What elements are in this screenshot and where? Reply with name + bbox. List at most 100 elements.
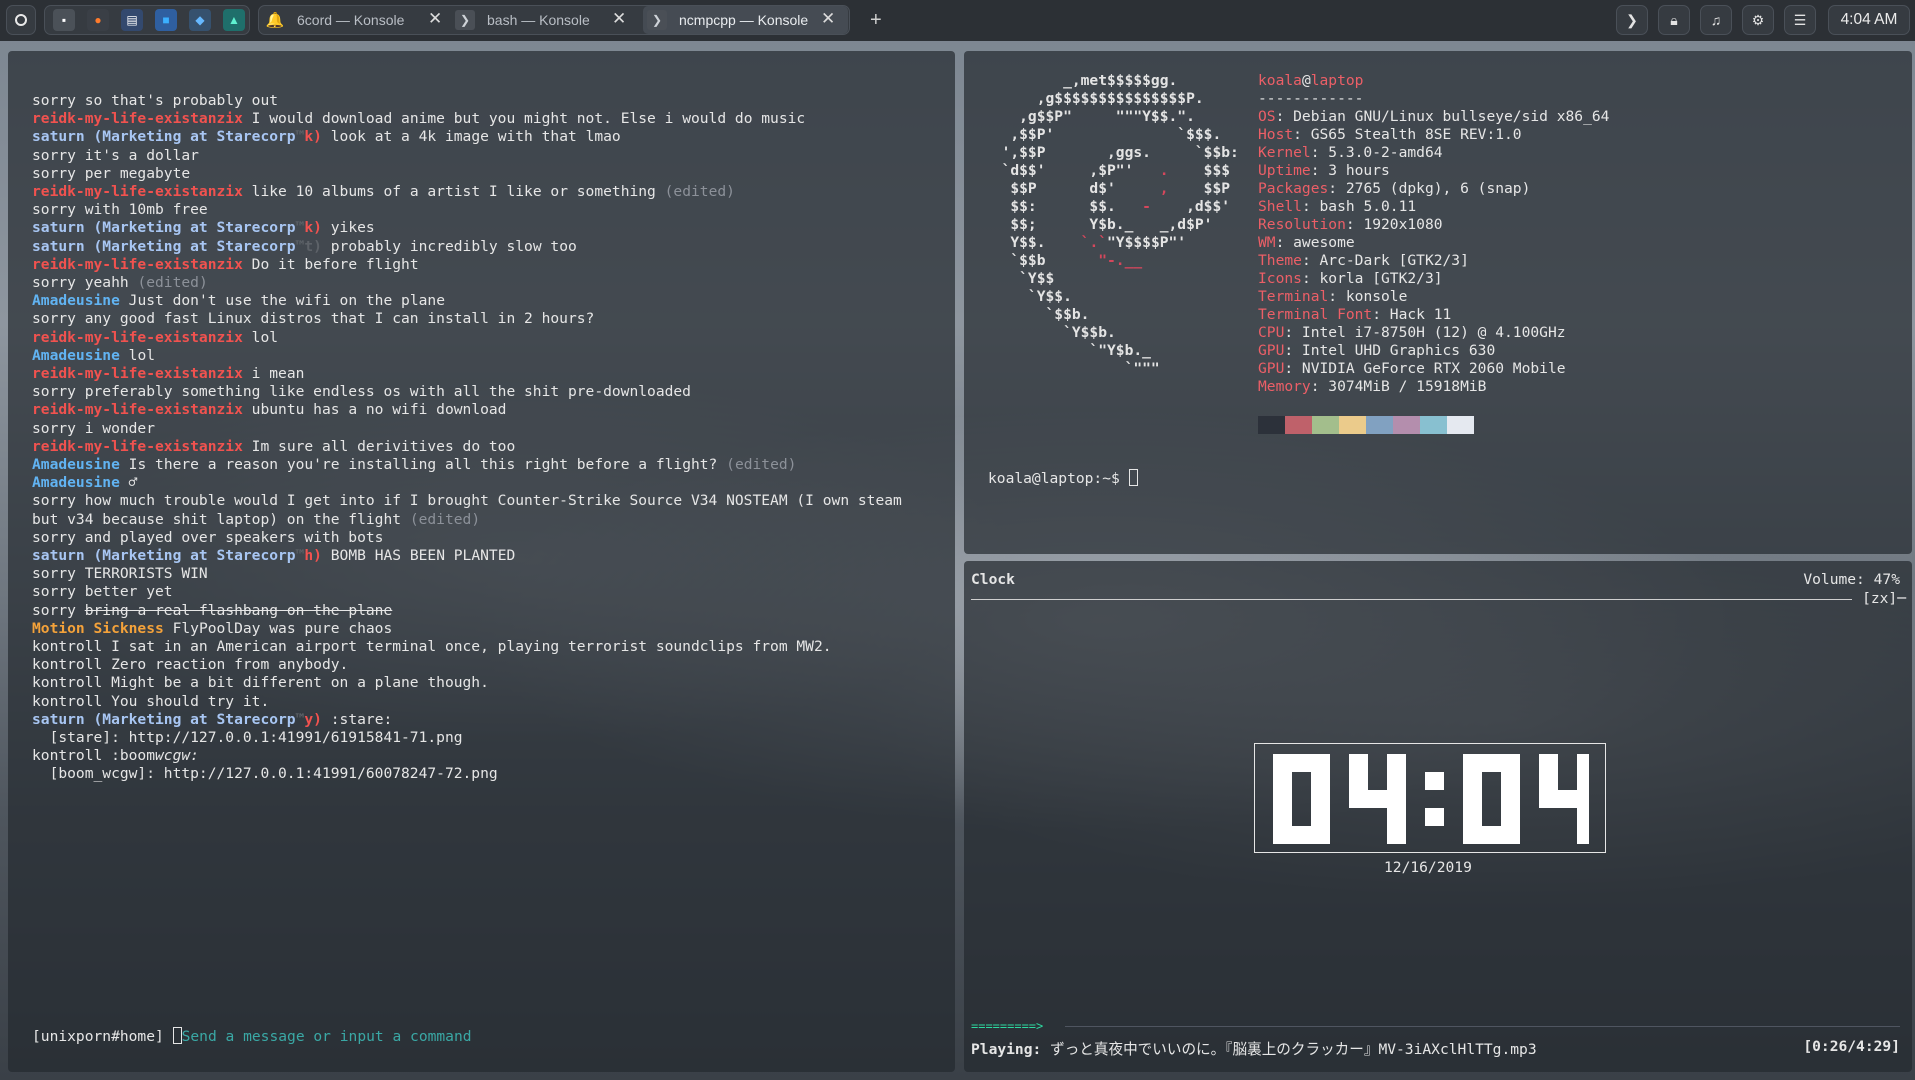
clock-pixel [1292, 826, 1311, 844]
clock-pixel [1349, 772, 1368, 790]
color-swatch [1258, 416, 1285, 434]
chat-message: reidk-my-life-existanzix Im sure all der… [32, 437, 516, 455]
info-row: Uptime: 3 hours [1258, 162, 1390, 179]
close-icon[interactable]: ✕ [821, 9, 835, 29]
chat-message: [boom_wcgw]: http://127.0.0.1:41991/6007… [32, 765, 498, 783]
nickname[interactable]: saturn (Marketing at Starecorp [32, 547, 296, 564]
logo-row: ,$$P' `$$$. [984, 126, 1222, 143]
info-row: Theme: Arc-Dark [GTK2/3] [1258, 252, 1469, 269]
chat-message: sorry better yet [32, 583, 173, 601]
nickname[interactable]: Amadeusine [32, 347, 120, 364]
close-icon[interactable]: ✕ [428, 9, 442, 29]
clock-pixel [1501, 808, 1520, 826]
nickname[interactable]: saturn (Marketing at Starecorp [32, 128, 296, 145]
list-icon[interactable]: ☰ [1784, 5, 1816, 35]
logo-row: ',$$P ,ggs. `$$b: [984, 144, 1239, 161]
progress-track[interactable] [1065, 1026, 1900, 1027]
editor-icon[interactable]: ▤ [121, 9, 143, 31]
task-6cord[interactable]: 🔔 6cord — Konsole ✕ [265, 6, 443, 34]
info-row: CPU: Intel i7-8750H (12) @ 4.100GHz [1258, 324, 1566, 341]
message-input[interactable]: [unixporn#home] Send a message or input … [32, 1027, 472, 1045]
task-bash[interactable]: ❯ bash — Konsole ✕ [455, 6, 626, 34]
nickname[interactable]: reidk-my-life-existanzix [32, 256, 243, 273]
clock-pixel [1387, 808, 1406, 826]
logo-row: Y$$. `.`"Y$$$$P"' [984, 234, 1187, 251]
nickname[interactable]: reidk-my-life-existanzix [32, 329, 243, 346]
text-cursor [1128, 469, 1138, 486]
clock-pixel [1368, 790, 1387, 808]
nickname[interactable]: saturn (Marketing at Starecorp [32, 238, 296, 255]
system-settings-icon[interactable]: ▲ [223, 9, 245, 31]
chevron-right-icon[interactable]: ❯ [1616, 5, 1648, 35]
chat-message: saturn (Marketing at Starecorp™y) :stare… [32, 710, 393, 728]
logo-row: _,met$$$$$gg. [984, 72, 1178, 89]
music-icon[interactable]: ♫ [1700, 5, 1732, 35]
clock-pixel [1273, 790, 1292, 808]
neofetch-terminal-pane[interactable]: _,met$$$$$gg. ,g$$$$$$$$$$$$$$$P. ,g$$P"… [964, 51, 1912, 554]
username: koala [1258, 72, 1302, 89]
terminal-icon[interactable]: ▪ [53, 9, 75, 31]
new-task-button[interactable]: + [870, 9, 882, 32]
chat-message: kontroll Zero reaction from anybody. [32, 656, 349, 674]
konsole-icon: ❯ [455, 10, 475, 30]
gear-icon[interactable]: ⚙ [1742, 5, 1774, 35]
discover-icon[interactable]: ◆ [189, 9, 211, 31]
system-info: koala@laptop ------------ OS: Debian GNU… [1258, 72, 1609, 396]
chat-message: Amadeusine Just don't use the wifi on th… [32, 292, 445, 310]
nickname[interactable]: Amadeusine [32, 456, 120, 473]
track-name: ずっと真夜中でいいのに。『脳裏上のクラッカー』MV-3iAXclHlTTg.mp… [1050, 1041, 1537, 1058]
logo-row: $$; Y$b._ _,d$P' [984, 216, 1213, 233]
chat-message: saturn (Marketing at Starecorp™t) probab… [32, 237, 577, 255]
nickname[interactable]: Amadeusine [32, 474, 120, 491]
chat-message: sorry with 10mb free [32, 201, 208, 219]
logo-row: `d$$' ,$P"' . $$$ [984, 162, 1231, 179]
nickname[interactable]: saturn (Marketing at Starecorp [32, 711, 296, 728]
color-swatch [1366, 416, 1393, 434]
clock-pixel [1273, 826, 1292, 844]
volume-indicator[interactable]: Volume: 47% [1803, 571, 1900, 588]
color-swatch [1312, 416, 1339, 434]
clock-digits [1273, 754, 1589, 844]
nickname[interactable]: reidk-my-life-existanzix [32, 183, 243, 200]
nickname[interactable]: reidk-my-life-existanzix [32, 110, 243, 127]
progress-bar[interactable]: =========> [971, 1023, 1065, 1029]
text-cursor [172, 1027, 182, 1044]
top-panel: ▪ ● ▤ ■ ◆ ▲ 🔔 6cord — Konsole ✕ ❯ bash —… [0, 0, 1915, 41]
task-ncmpcpp[interactable]: ❯ ncmpcpp — Konsole ✕ [643, 6, 848, 34]
elapsed-time: [0:26/4:29] [1803, 1038, 1900, 1055]
folder-icon[interactable]: ■ [155, 9, 177, 31]
firefox-icon[interactable]: ● [87, 9, 109, 31]
chat-message: sorry it's a dollar [32, 146, 199, 164]
clock-pixel [1349, 790, 1368, 808]
chat-message: saturn (Marketing at Starecorp™k) yikes [32, 219, 375, 237]
info-row: GPU: NVIDIA GeForce RTX 2060 Mobile [1258, 360, 1566, 377]
chat-message: kontroll I sat in an American airport te… [32, 638, 832, 655]
nickname[interactable]: reidk-my-life-existanzix [32, 438, 243, 455]
nickname[interactable]: Amadeusine [32, 292, 120, 309]
clock-pixel [1539, 790, 1558, 808]
status-line: Playing: ずっと真夜中でいいのに。『脳裏上のクラッカー』MV-3iAXc… [971, 1038, 1537, 1059]
nickname[interactable]: reidk-my-life-existanzix [32, 365, 243, 382]
task-label: bash — Konsole [487, 12, 590, 28]
color-swatch [1285, 416, 1312, 434]
clock-pixel [1501, 826, 1520, 844]
ncmpcpp-pane[interactable]: Clock Volume: 47% [zx]─ 12/16/2019 =====… [964, 561, 1912, 1072]
lock-icon[interactable]: 🔒︎ [1658, 5, 1690, 35]
chat-message: reidk-my-life-existanzix i mean [32, 365, 305, 382]
chat-terminal-pane[interactable]: sorry so that's probably out reidk-my-lif… [8, 51, 955, 1072]
nickname[interactable]: saturn (Marketing at Starecorp [32, 219, 296, 236]
logo-row: `Y$$b. [984, 324, 1116, 341]
start-menu-button[interactable] [6, 5, 36, 35]
clock-pixel [1349, 754, 1368, 772]
close-icon[interactable]: ✕ [612, 9, 626, 29]
clock-widget[interactable]: 4:04 AM [1828, 5, 1910, 35]
clock-pixel [1311, 790, 1330, 808]
clock-pixel [1425, 808, 1444, 826]
circle-icon [15, 14, 27, 26]
nickname[interactable]: reidk-my-life-existanzix [32, 401, 243, 418]
nickname[interactable]: Motion Sickness [32, 620, 164, 637]
clock-pixel [1539, 772, 1558, 790]
shell-prompt[interactable]: koala@laptop:~$ [988, 469, 1138, 487]
clock-pixel [1577, 808, 1589, 826]
clock-pixel [1311, 754, 1330, 772]
